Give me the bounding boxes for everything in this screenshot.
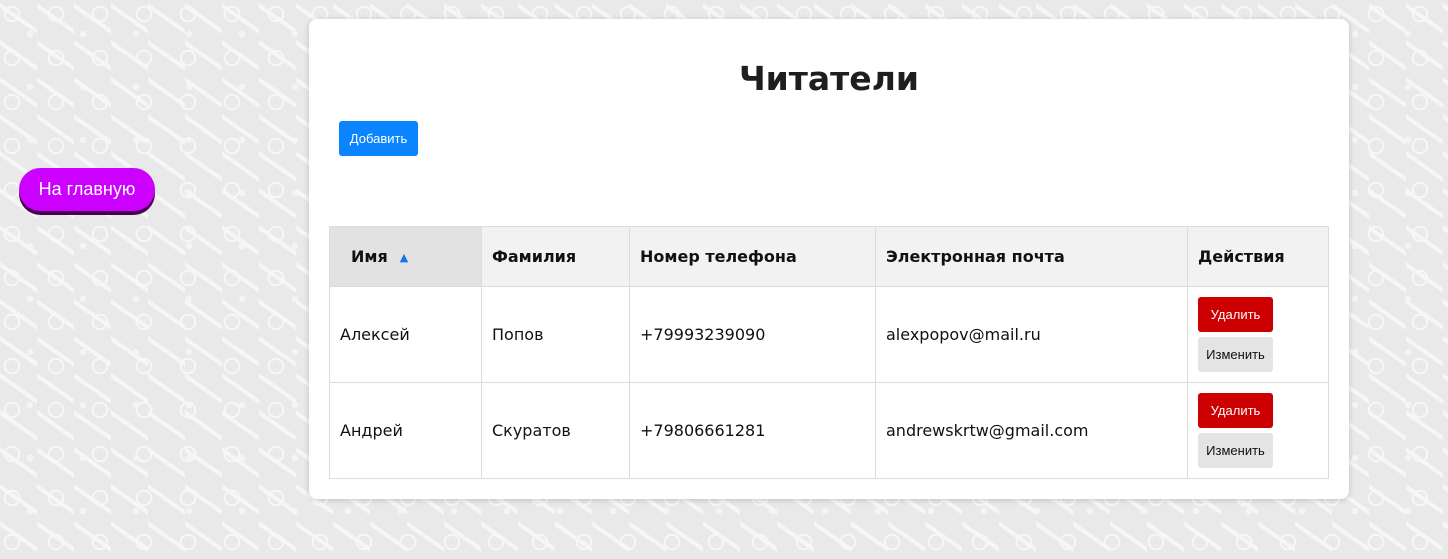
column-header-name-label: Имя [351, 247, 388, 266]
table-row: Андрей Скуратов +79806661281 andrewskrtw… [329, 382, 1329, 479]
cell-surname: Попов [481, 286, 630, 383]
column-header-surname[interactable]: Фамилия [481, 226, 630, 287]
row-actions: Удалить Изменить [1198, 393, 1318, 468]
column-header-actions: Действия [1187, 226, 1329, 287]
edit-button[interactable]: Изменить [1198, 337, 1273, 372]
column-header-email[interactable]: Электронная почта [875, 226, 1188, 287]
home-button[interactable]: На главную [19, 168, 155, 211]
cell-phone: +79806661281 [629, 382, 876, 479]
edit-button[interactable]: Изменить [1198, 433, 1273, 468]
delete-button[interactable]: Удалить [1198, 393, 1273, 428]
row-actions: Удалить Изменить [1198, 297, 1318, 372]
table-header-row: Имя ▲ Фамилия Номер телефона Электронная … [329, 226, 1329, 287]
cell-actions: Удалить Изменить [1187, 382, 1329, 479]
page-title: Читатели [739, 59, 919, 98]
column-header-name[interactable]: Имя ▲ [329, 226, 482, 287]
readers-table: Имя ▲ Фамилия Номер телефона Электронная … [329, 226, 1329, 479]
table-row: Алексей Попов +79993239090 alexpopov@mai… [329, 286, 1329, 383]
cell-email: andrewskrtw@gmail.com [875, 382, 1188, 479]
cell-name: Алексей [329, 286, 482, 383]
add-reader-button[interactable]: Добавить [339, 121, 418, 156]
column-header-phone[interactable]: Номер телефона [629, 226, 876, 287]
cell-email: alexpopov@mail.ru [875, 286, 1188, 383]
sort-ascending-icon[interactable]: ▲ [400, 251, 408, 264]
cell-phone: +79993239090 [629, 286, 876, 383]
cell-actions: Удалить Изменить [1187, 286, 1329, 383]
readers-card: Читатели Добавить Имя ▲ Фамилия Номер тел… [309, 19, 1349, 499]
cell-name: Андрей [329, 382, 482, 479]
delete-button[interactable]: Удалить [1198, 297, 1273, 332]
cell-surname: Скуратов [481, 382, 630, 479]
